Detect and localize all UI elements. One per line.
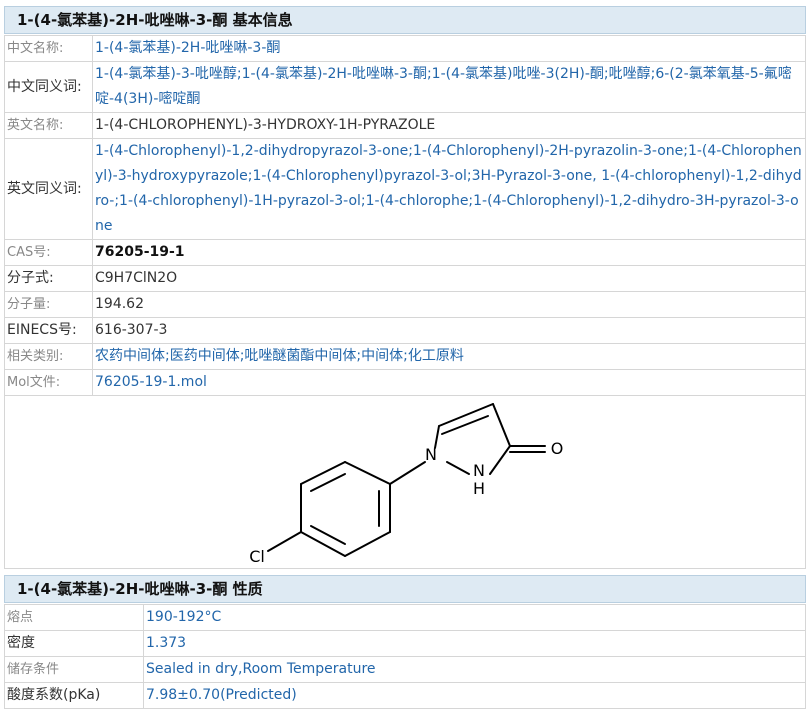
properties-header: 1-(4-氯苯基)-2H-吡唑啉-3-酮 性质 (4, 575, 806, 603)
table-row: 英文同义词: 1-(4-Chlorophenyl)-1,2-dihydropyr… (4, 138, 806, 240)
chinese-synonyms-value[interactable]: 1-(4-氯苯基)-3-吡唑醇;1-(4-氯苯基)-2H-吡唑啉-3-酮;1-(… (92, 61, 806, 113)
english-name-label: 英文名称: (4, 112, 93, 139)
english-name-value: 1-(4-CHLOROPHENYL)-3-HYDROXY-1H-PYRAZOLE (92, 112, 806, 139)
molecular-weight-value: 194.62 (92, 291, 806, 318)
atom-cl: Cl (249, 547, 265, 566)
table-row: EINECS号: 616-307-3 (4, 317, 806, 344)
pka-value: 7.98±0.70(Predicted) (143, 682, 806, 709)
cas-number-value: 76205-19-1 (92, 239, 806, 266)
bond-c4-c3 (492, 403, 511, 447)
bond-c5-c4 (438, 403, 494, 427)
cas-number-label: CAS号: (4, 239, 93, 266)
bond-ring-d (300, 531, 346, 557)
molecular-weight-label: 分子量: (4, 291, 93, 318)
table-row: 相关类别: 农药中间体;医药中间体;吡唑醚菌酯中间体;中间体;化工原料 (4, 343, 806, 370)
storage-value: Sealed in dry,Room Temperature (143, 656, 806, 683)
einecs-value: 616-307-3 (92, 317, 806, 344)
table-row: 分子式: C9H7ClN2O (4, 265, 806, 292)
melting-point-value: 190-192°C (143, 604, 806, 631)
table-row: 分子量: 194.62 (4, 291, 806, 318)
storage-label: 储存条件 (4, 656, 144, 683)
chinese-synonyms-label: 中文同义词: (4, 61, 93, 113)
bond-c5-c4-inner (441, 415, 489, 435)
bond-n1-phenyl (389, 461, 426, 485)
density-label: 密度 (4, 630, 144, 657)
table-row: 密度 1.373 (4, 630, 806, 657)
mol-file-link[interactable]: 76205-19-1.mol (92, 369, 806, 396)
molecular-formula-label: 分子式: (4, 265, 93, 292)
mol-file-label: Mol文件: (4, 369, 93, 396)
structure-image-cell: N N H O Cl (4, 395, 806, 569)
chinese-name-link[interactable]: 1-(4-氯苯基)-2H-吡唑啉-3-酮 (92, 35, 806, 62)
english-synonyms-label: 英文同义词: (4, 138, 93, 240)
table-row: 储存条件 Sealed in dry,Room Temperature (4, 656, 806, 683)
bond-n2-n1 (446, 461, 470, 475)
einecs-label: EINECS号: (4, 317, 93, 344)
molecular-formula-value: C9H7ClN2O (92, 265, 806, 292)
atom-n1: N (425, 445, 437, 464)
table-row: Mol文件: 76205-19-1.mol (4, 369, 806, 396)
chinese-name-label: 中文名称: (4, 35, 93, 62)
pka-label: 酸度系数(pKa) (4, 682, 144, 709)
structure-diagram: N N H O Cl (249, 403, 564, 566)
bond-c3-n2 (489, 445, 511, 475)
bond-c-cl (267, 531, 302, 552)
english-synonyms-value[interactable]: 1-(4-Chlorophenyl)-1,2-dihydropyrazol-3-… (92, 138, 806, 240)
bond-ring-a (344, 461, 391, 485)
table-row: 英文名称: 1-(4-CHLOROPHENYL)-3-HYDROXY-1H-PY… (4, 112, 806, 139)
bond-ring-b (300, 461, 346, 485)
table-row: N N H O Cl (4, 395, 806, 569)
atom-o: O (551, 439, 564, 458)
table-row: 熔点 190-192°C (4, 604, 806, 631)
related-categories-value[interactable]: 农药中间体;医药中间体;吡唑醚菌酯中间体;中间体;化工原料 (92, 343, 806, 370)
bond-ring-e (344, 531, 391, 557)
density-value: 1.373 (143, 630, 806, 657)
related-categories-label: 相关类别: (4, 343, 93, 370)
table-row: 中文名称: 1-(4-氯苯基)-2H-吡唑啉-3-酮 (4, 35, 806, 62)
atom-h: H (473, 479, 485, 498)
properties-table: 熔点 190-192°C 密度 1.373 储存条件 Sealed in dry… (4, 604, 806, 709)
table-row: 中文同义词: 1-(4-氯苯基)-3-吡唑醇;1-(4-氯苯基)-2H-吡唑啉-… (4, 61, 806, 113)
table-row: CAS号: 76205-19-1 (4, 239, 806, 266)
melting-point-label: 熔点 (4, 604, 144, 631)
basic-info-header: 1-(4-氯苯基)-2H-吡唑啉-3-酮 基本信息 (4, 6, 806, 34)
atom-n2: N (473, 461, 485, 480)
table-row: 酸度系数(pKa) 7.98±0.70(Predicted) (4, 682, 806, 709)
basic-info-table: 中文名称: 1-(4-氯苯基)-2H-吡唑啉-3-酮 中文同义词: 1-(4-氯… (4, 35, 806, 569)
